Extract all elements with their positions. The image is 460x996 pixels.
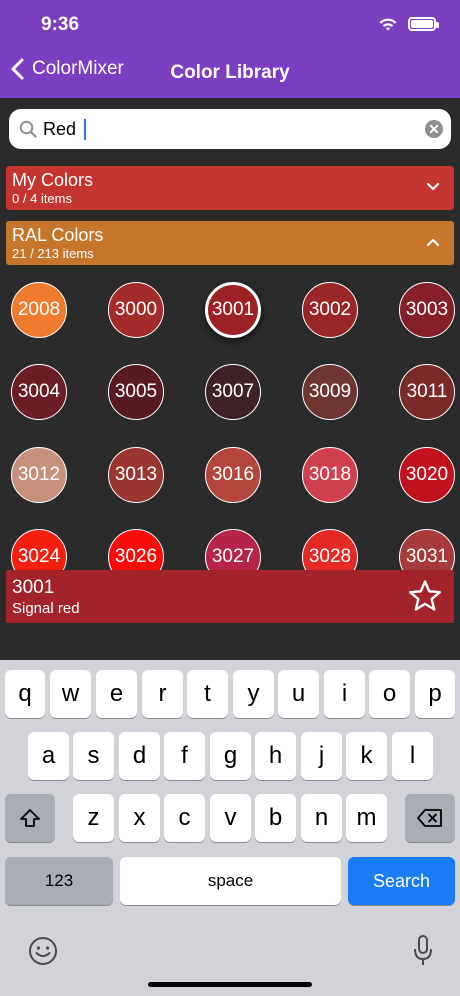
- shift-key[interactable]: [5, 794, 55, 842]
- search-container: [0, 98, 460, 160]
- chevron-down-icon: [426, 182, 440, 191]
- section-ral-colors[interactable]: RAL Colors 21 / 213 items: [6, 221, 454, 265]
- search-key[interactable]: Search: [348, 857, 455, 905]
- key-c[interactable]: c: [164, 794, 205, 842]
- key-g[interactable]: g: [210, 732, 251, 780]
- color-swatch[interactable]: 3020: [399, 447, 455, 503]
- key-u[interactable]: u: [278, 670, 319, 718]
- section-count: 0 / 4 items: [12, 191, 72, 206]
- top-bar: 9:36 ColorMixer Color Library: [0, 0, 460, 98]
- wifi-icon: [379, 18, 397, 31]
- status-icons: [378, 16, 439, 32]
- color-swatch[interactable]: 3009: [302, 364, 358, 420]
- space-key[interactable]: space: [120, 857, 341, 905]
- color-swatch[interactable]: 3026: [108, 529, 164, 570]
- chevron-up-icon: [426, 238, 440, 247]
- star-icon[interactable]: [408, 579, 442, 613]
- emoji-icon[interactable]: [28, 936, 58, 966]
- keyboard: q w e r t y u i o p a s d f g h j k l z …: [0, 660, 460, 996]
- key-d[interactable]: d: [119, 732, 160, 780]
- key-n[interactable]: n: [301, 794, 342, 842]
- key-i[interactable]: i: [324, 670, 365, 718]
- microphone-icon[interactable]: [412, 934, 434, 968]
- selected-color-code: 3001: [12, 577, 55, 598]
- key-r[interactable]: r: [142, 670, 183, 718]
- key-t[interactable]: t: [187, 670, 228, 718]
- key-v[interactable]: v: [210, 794, 251, 842]
- color-swatch[interactable]: 3027: [205, 529, 261, 570]
- key-h[interactable]: h: [255, 732, 296, 780]
- key-f[interactable]: f: [164, 732, 205, 780]
- key-l[interactable]: l: [392, 732, 433, 780]
- search-input[interactable]: [43, 115, 413, 143]
- section-title: My Colors: [12, 170, 94, 190]
- color-grid: 2008 3000 3001 3002 3003 3004 3005 3007 …: [0, 270, 460, 570]
- key-p[interactable]: p: [415, 670, 455, 718]
- selected-color-name: Signal red: [12, 600, 80, 617]
- color-swatch[interactable]: 3004: [11, 364, 67, 420]
- color-swatch[interactable]: 3002: [302, 282, 358, 338]
- search-bar[interactable]: [9, 109, 451, 149]
- key-y[interactable]: y: [233, 670, 274, 718]
- section-my-colors[interactable]: My Colors 0 / 4 items: [6, 166, 454, 210]
- color-swatch[interactable]: 3018: [302, 447, 358, 503]
- key-b[interactable]: b: [255, 794, 296, 842]
- key-x[interactable]: x: [119, 794, 160, 842]
- key-j[interactable]: j: [301, 732, 342, 780]
- clear-icon[interactable]: [425, 120, 443, 138]
- color-swatch[interactable]: 3012: [11, 447, 67, 503]
- color-swatch[interactable]: 3024: [11, 529, 67, 570]
- backspace-icon: [417, 809, 442, 827]
- color-swatch[interactable]: 3005: [108, 364, 164, 420]
- selected-color-bar[interactable]: 3001 Signal red: [6, 570, 454, 623]
- color-swatch[interactable]: 3031: [399, 529, 455, 570]
- key-k[interactable]: k: [346, 732, 387, 780]
- delete-key[interactable]: [405, 794, 455, 842]
- section-title: RAL Colors: [12, 225, 104, 245]
- text-cursor: [84, 119, 86, 140]
- color-swatch[interactable]: 3007: [205, 364, 261, 420]
- status-time: 9:36: [41, 14, 80, 35]
- key-w[interactable]: w: [50, 670, 91, 718]
- color-swatch[interactable]: 3016: [205, 447, 261, 503]
- color-swatch[interactable]: 3011: [399, 364, 455, 420]
- section-count: 21 / 213 items: [12, 246, 94, 261]
- color-swatch[interactable]: 3003: [399, 282, 455, 338]
- numbers-key[interactable]: 123: [5, 857, 113, 905]
- key-m[interactable]: m: [346, 794, 387, 842]
- color-swatch[interactable]: 3000: [108, 282, 164, 338]
- key-s[interactable]: s: [73, 732, 114, 780]
- page-title: Color Library: [170, 62, 290, 83]
- search-icon: [19, 120, 37, 138]
- key-e[interactable]: e: [96, 670, 137, 718]
- key-q[interactable]: q: [5, 670, 45, 718]
- battery-icon: [408, 17, 439, 31]
- color-swatch[interactable]: 2008: [11, 282, 67, 338]
- color-swatch[interactable]: 3013: [108, 447, 164, 503]
- key-z[interactable]: z: [73, 794, 114, 842]
- shift-icon: [20, 809, 40, 827]
- home-indicator: [148, 982, 312, 987]
- color-swatch-selected[interactable]: 3001: [205, 282, 261, 338]
- color-swatch[interactable]: 3028: [302, 529, 358, 570]
- key-a[interactable]: a: [28, 732, 69, 780]
- key-o[interactable]: o: [369, 670, 410, 718]
